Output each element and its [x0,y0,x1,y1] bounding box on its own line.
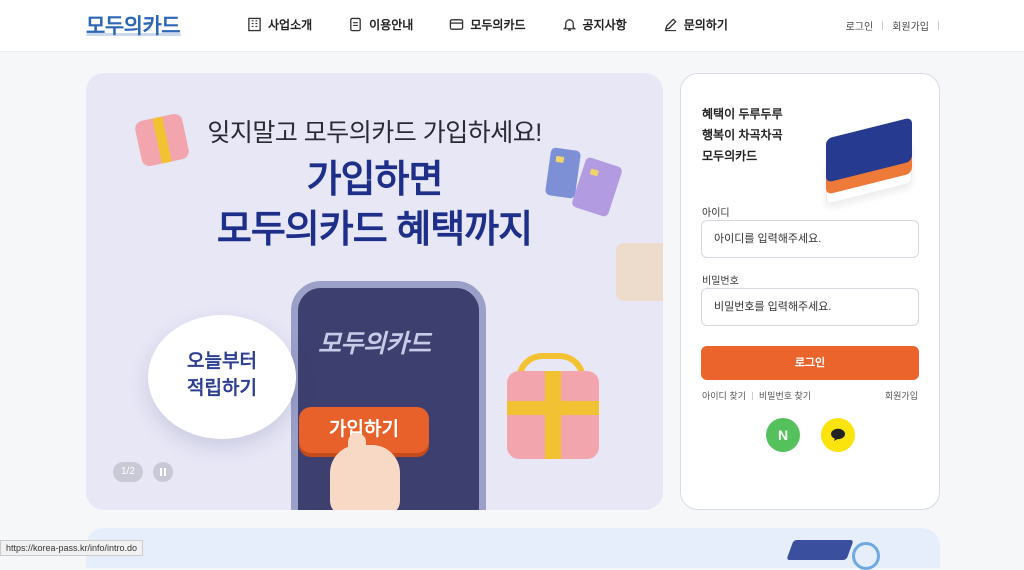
find-password-link[interactable]: 비밀번호 찾기 [759,389,811,402]
card-stack-illustration [826,117,916,206]
nav-label: 이용안내 [369,18,414,32]
id-input[interactable]: 아이디를 입력해주세요. [701,220,919,258]
utility-links: 로그인 회원가입 [846,18,948,33]
hand-illustration [330,445,400,510]
naver-icon: N [777,427,789,443]
nav-item-guide[interactable]: 이용안내 [348,16,413,33]
find-links: 아이디 찾기 비밀번호 찾기 [702,389,811,402]
promo-banner[interactable]: 잊지말고 모두의카드 가입하세요! 가입하면 모두의카드 혜택까지 모두의카드 … [86,73,663,510]
nav-label: 문의하기 [683,18,728,32]
banner-subtitle: 잊지말고 모두의카드 가입하세요! [207,119,542,147]
banner-title-line2: 모두의카드 혜택까지 [216,209,533,251]
gift-box-icon [507,371,599,459]
password-input[interactable]: 비밀번호를 입력해주세요. [701,288,919,326]
gift-box-icon [616,243,663,301]
nav-label: 공지사항 [582,18,627,32]
pause-icon[interactable] [153,462,173,482]
nav-item-card[interactable]: 모두의카드 [449,16,526,33]
id-label: 아이디 [702,208,730,219]
site-header: 모두의카드 사업소개 이용안내 모두의카드 공지사항 문의하기 로그인 회원가입 [0,0,1024,52]
logo-underline [86,33,181,36]
phone-logo: 모두의카드 [318,330,431,358]
main-nav: 사업소개 이용안내 모두의카드 공지사항 문의하기 [247,16,764,33]
kakao-chat-icon [831,428,845,441]
kakao-login-button[interactable] [821,418,855,452]
document-icon [350,17,362,32]
header-signup-link[interactable]: 회원가입 [892,18,929,33]
bubble-line2: 적립하기 [187,378,257,399]
login-panel: 혜택이 두루두루 행복이 차곡차곡 모두의카드 아이디 아이디를 입력해주세요.… [680,73,940,510]
nav-label: 사업소개 [268,18,313,32]
divider [751,391,753,400]
naver-login-button[interactable]: N [766,418,800,452]
divider [938,21,939,30]
nav-item-contact[interactable]: 문의하기 [663,16,728,33]
status-bar-url: https://korea-pass.kr/info/intro.do [0,540,144,556]
card-icon [450,19,464,30]
bubble-line1: 오늘부터 [187,351,257,372]
speech-bubble-text: 오늘부터 적립하기 [148,348,296,402]
building-icon [248,17,261,32]
login-heading-line1: 혜택이 두루두루 [702,107,783,121]
decoration [786,540,854,560]
pencil-icon [664,18,677,32]
login-heading: 혜택이 두루두루 행복이 차곡차곡 모두의카드 [702,104,783,167]
divider [882,21,884,30]
bell-icon [562,19,576,31]
login-heading-line2: 행복이 차곡차곡 [702,128,783,142]
nav-item-about[interactable]: 사업소개 [247,16,312,33]
nav-item-notice[interactable]: 공지사항 [562,16,627,33]
signup-link[interactable]: 회원가입 [885,389,918,402]
decoration [852,542,880,570]
nav-label: 모두의카드 [470,18,526,32]
find-id-link[interactable]: 아이디 찾기 [702,389,746,402]
password-label: 비밀번호 [702,276,739,287]
login-heading-line3: 모두의카드 [702,149,758,163]
header-login-link[interactable]: 로그인 [846,18,874,33]
slide-pager: 1/2 [113,462,143,482]
login-button[interactable]: 로그인 [701,346,919,380]
